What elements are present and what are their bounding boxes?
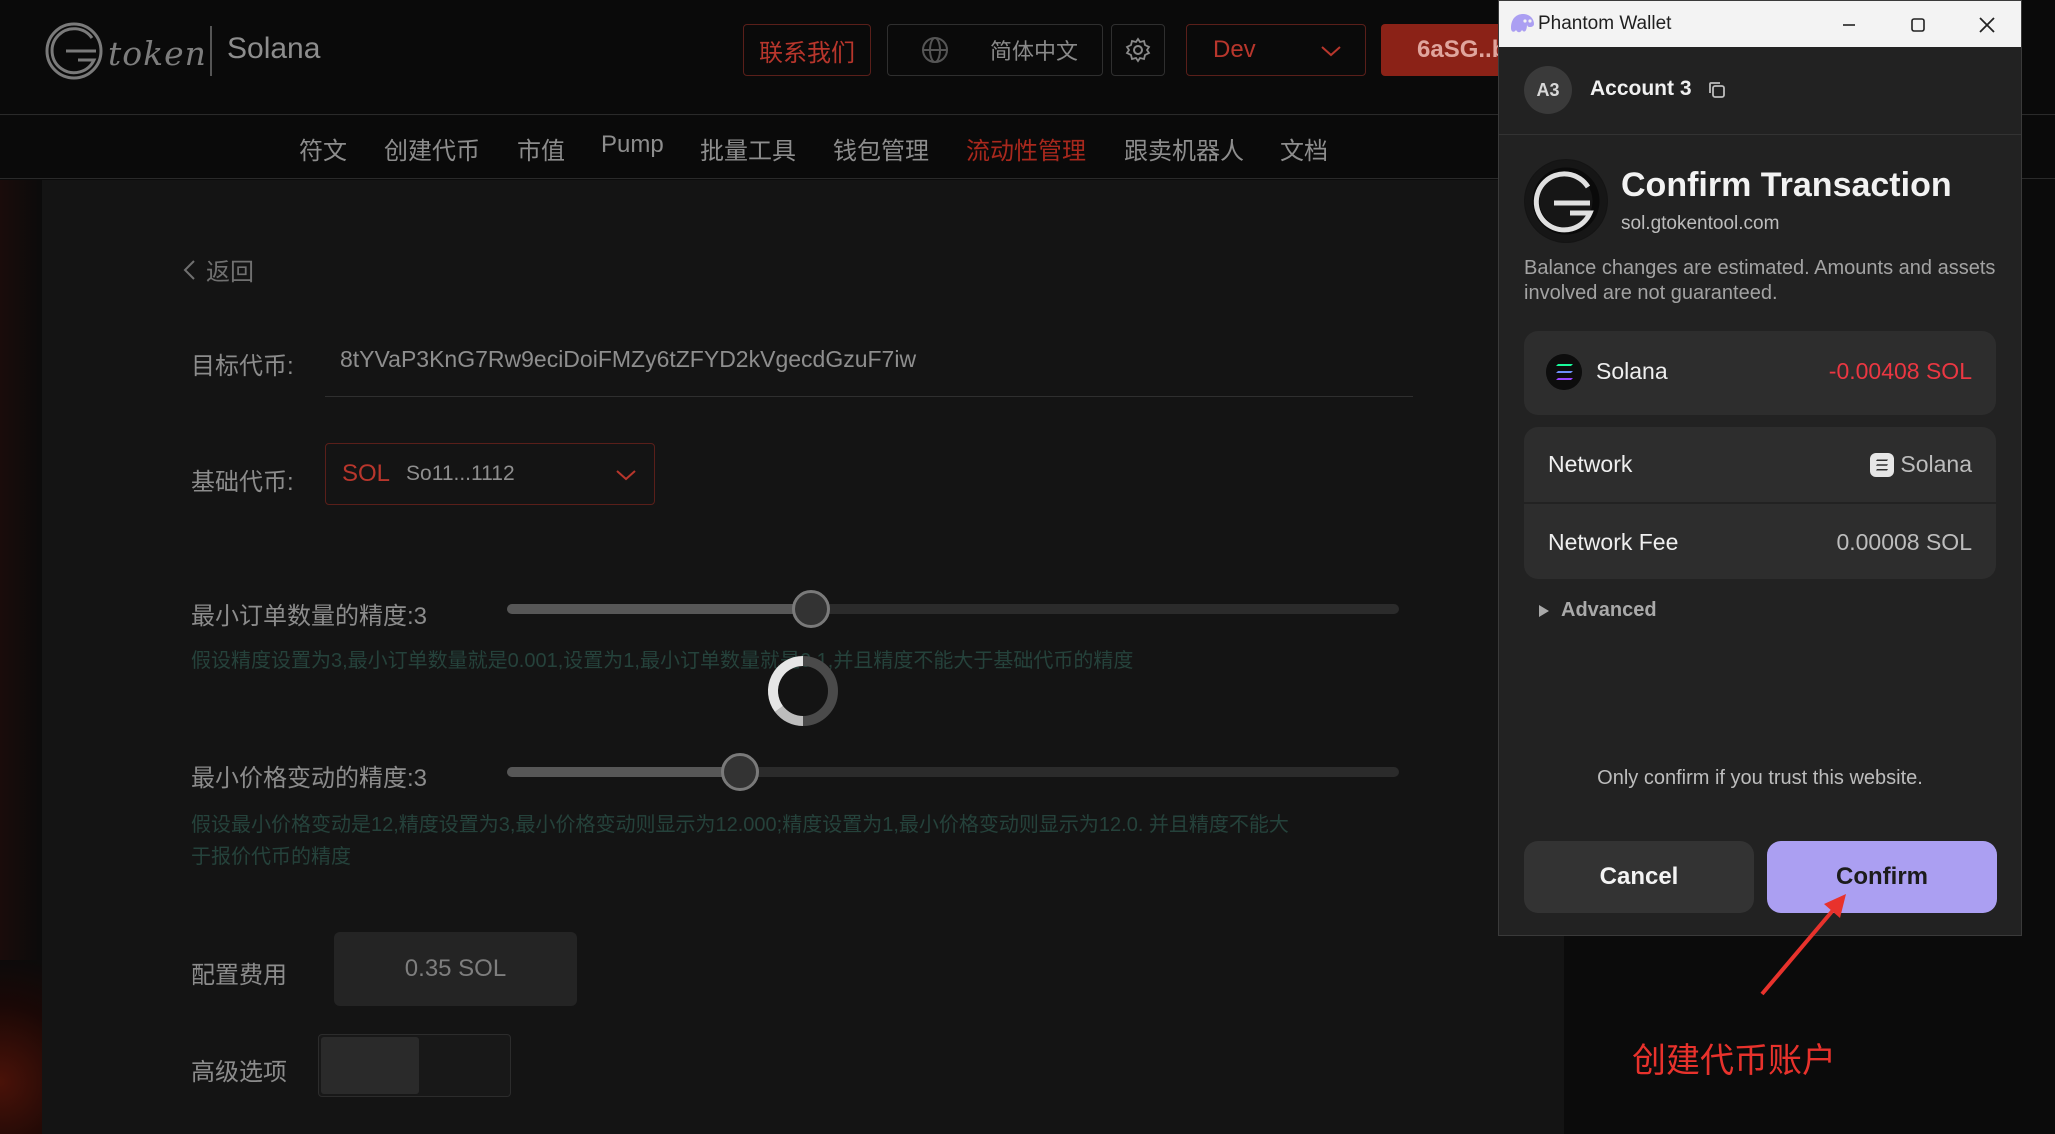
chevron-down-icon [616,470,636,481]
maximize-icon[interactable] [1904,11,1932,39]
account-header: A3 Account 3 [1499,47,2021,135]
gear-icon [1125,37,1151,63]
trust-note: Only confirm if you trust this website. [1597,767,1923,789]
window-titlebar: Phantom Wallet [1499,1,2021,47]
chevron-down-icon [1321,46,1341,57]
network-fee-label: Network Fee [1548,529,1679,555]
chain-name: Solana [227,32,321,65]
globe-icon [922,37,948,63]
nav-item-wallet-management[interactable]: 钱包管理 [833,131,929,166]
network-fee-value: 0.00008 SOL [1836,529,1972,555]
nav-item-market-cap[interactable]: 市值 [517,131,565,166]
nav-item-follow-bot[interactable]: 跟卖机器人 [1124,131,1244,166]
account-avatar[interactable]: A3 [1524,66,1572,114]
config-fee-value: 0.35 SOL [334,932,577,1006]
base-token-symbol: SOL [342,460,391,487]
target-token-underline [325,396,1413,397]
nav-item-liquidity-management[interactable]: 流动性管理 [966,131,1086,166]
phantom-ghost-icon [1511,14,1534,33]
target-token-label: 目标代币: [191,353,294,380]
nav-item-runes[interactable]: 符文 [299,131,347,166]
settings-button[interactable] [1111,24,1165,76]
confirm-transaction-title: Confirm Transaction [1621,166,1952,204]
base-token-select[interactable]: SOL So11...1112 [325,443,655,505]
min-order-precision-hint: 假设精度设置为3,最小订单数量就是0.001,设置为1,最小订单数量就是0.1,… [191,650,1134,672]
target-token-input[interactable]: 8tYVaP3KnG7Rw9eciDoiFMZy6tZFYD2kVgecdGzu… [340,346,916,373]
base-token-label: 基础代币: [191,469,294,496]
min-order-precision-label: 最小订单数量的精度:3 [191,603,428,630]
phantom-wallet-window: Phantom Wallet A3 Account 3 Confirm Tran… [1498,0,2022,936]
annotation-label: 创建代币账户 [1632,1042,1836,1080]
min-price-precision-handle[interactable] [721,753,759,791]
site-domain: sol.gtokentool.com [1621,213,1780,234]
network-label: Dev [1213,36,1256,63]
min-price-precision-label: 最小价格变动的精度:3 [191,765,428,792]
annotation-arrow-icon [1760,894,1846,996]
background-glow [0,960,42,1134]
min-price-precision-hint-line2: 于报价代币的精度 [191,846,351,868]
back-link[interactable]: 返回 [180,252,254,287]
language-label: 简体中文 [990,39,1079,64]
solana-icon [1870,452,1895,477]
nav-item-docs[interactable]: 文档 [1280,131,1328,166]
balance-asset-name: Solana [1596,358,1668,384]
card-divider [1524,502,1996,504]
base-token-address: So11...1112 [406,462,515,485]
copy-icon[interactable] [1706,79,1728,101]
contact-us-button[interactable]: 联系我们 [743,24,871,76]
toggle-knob [321,1037,419,1094]
advanced-options-label: 高级选项 [191,1059,287,1086]
nav-item-batch-tools[interactable]: 批量工具 [700,131,796,166]
balance-change-value: -0.00408 SOL [1828,358,1972,384]
network-select[interactable]: Dev [1186,24,1366,76]
min-price-precision-fill [507,767,740,777]
logo-separator [210,26,212,76]
network-details-card: Network Solana Network Fee 0.00008 SOL [1524,427,1996,579]
min-order-precision-fill [507,604,811,614]
caret-right-icon [1539,604,1549,617]
min-price-precision-slider[interactable] [507,767,1399,777]
nav-item-create-token[interactable]: 创建代币 [384,131,480,166]
network-label: Network [1548,451,1633,477]
minimize-icon[interactable] [1835,11,1863,39]
back-label: 返回 [206,259,254,286]
min-order-precision-handle[interactable] [792,590,830,628]
advanced-options-toggle[interactable] [318,1034,511,1097]
balance-change-card: Solana -0.00408 SOL [1524,331,1996,415]
cancel-button[interactable]: Cancel [1524,841,1754,913]
chevron-left-icon [183,259,195,280]
logo-word: token [108,34,207,73]
site-logo [1524,159,1608,243]
loading-spinner-icon [768,656,838,726]
language-select[interactable]: 简体中文 [887,24,1103,76]
window-title: Phantom Wallet [1538,13,1672,34]
config-fee-label: 配置费用 [191,962,287,989]
close-icon[interactable] [1973,11,2001,39]
min-price-precision-hint-line1: 假设最小价格变动是12,精度设置为3,最小价格变动则显示为12.000;精度设置… [191,814,1289,836]
advanced-toggle[interactable]: Advanced [1539,599,1657,622]
account-name[interactable]: Account 3 [1590,77,1692,101]
min-order-precision-slider[interactable] [507,604,1399,614]
network-value: Solana [1870,451,1972,478]
network-value-text: Solana [1900,451,1972,477]
estimate-disclaimer: Balance changes are estimated. Amounts a… [1524,257,1996,304]
nav-item-pump[interactable]: Pump [601,131,664,159]
advanced-label: Advanced [1561,599,1657,621]
solana-icon [1546,354,1582,390]
